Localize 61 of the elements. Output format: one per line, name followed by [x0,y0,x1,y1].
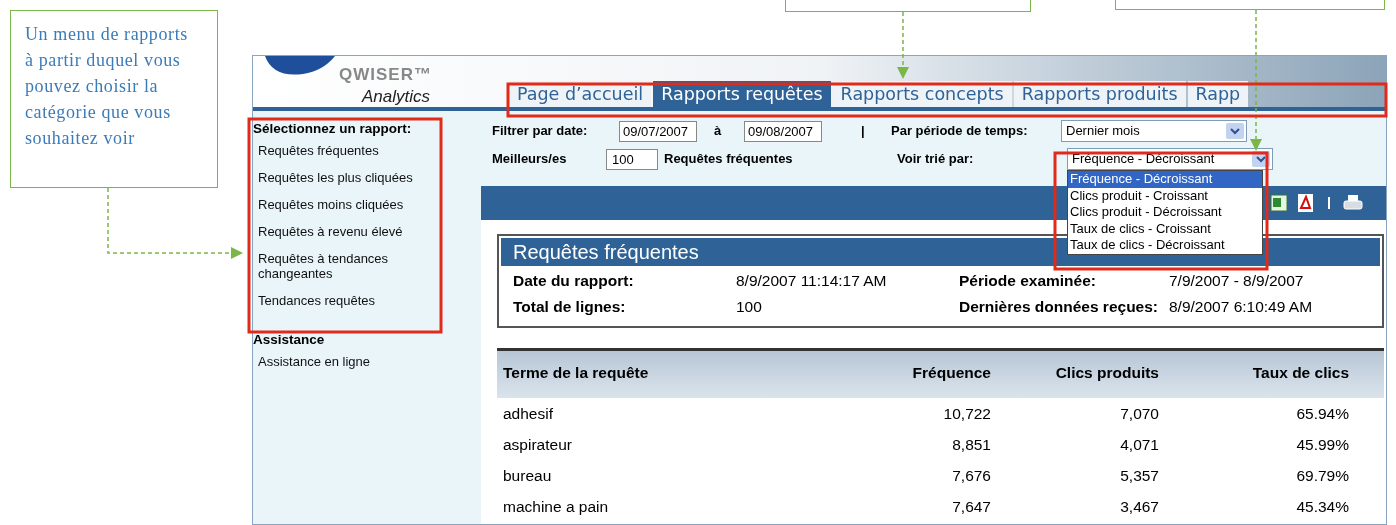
table-cell-text: 45.99% [1295,435,1350,456]
column-header: Clics produits [1054,363,1160,383]
date-field[interactable]: 09/08/2007 [744,120,822,142]
sidebar-item[interactable]: Tendances requêtes [253,293,423,308]
filter-label: Par période de temps: [891,122,1029,141]
date-field[interactable]: 09/07/2007 [619,120,697,142]
summary-label: Dernières données reçues: [959,297,1159,317]
summary-value: 100 [736,297,763,317]
printer-icon[interactable] [1342,193,1364,213]
sidebar-item[interactable]: Requêtes moins cliquées [253,197,423,212]
filter-label: Requêtes fréquentes [664,150,794,169]
column-header: Terme de la requête [502,363,650,383]
sidebar-item[interactable]: Assistance en ligne [253,354,423,369]
summary-label: Date du rapport: [513,271,635,291]
dropdown-option[interactable]: Clics produit - Décroissant [1068,204,1262,221]
filter-label: Filtrer par date: [492,122,589,141]
summary-label: Période examinée: [959,271,1097,291]
summary-value: 8/9/2007 6:10:49 AM [1169,297,1314,317]
filter-label: à [714,122,723,141]
table-cell-text: 3,467 [1119,497,1160,518]
table-cell-text: 7,647 [951,497,992,518]
sidebar-heading: Assistance [253,331,326,349]
logo-text: QWISER™ [339,64,432,86]
filter-separator: | [861,122,866,141]
table-cell-text: 5,357 [1119,466,1160,487]
sidebar-heading: Sélectionnez un rapport: [253,120,413,138]
logo-swoosh-icon [265,56,335,76]
table-cell-text: 69.79% [1295,466,1350,487]
filter-label: Meilleurs/es [492,150,568,169]
table-cell-text: 8,851 [951,435,992,456]
pdf-icon[interactable] [1296,193,1316,213]
dropdown-option[interactable]: Taux de clics - Décroissant [1068,237,1262,254]
table-cell-text: 10,722 [942,404,992,425]
table-cell-text: 7,070 [1119,404,1160,425]
count-field[interactable]: 100 [606,148,658,170]
column-header: Fréquence [911,363,992,383]
dropdown-option[interactable]: Taux de clics - Croissant [1068,220,1262,237]
sidebar-item[interactable]: Requêtes à tendances changeantes [253,251,423,281]
column-header: Taux de clics [1251,363,1350,383]
table-cell-text: machine a pain [502,497,610,518]
dropdown-option[interactable]: Fréquence - Décroissant [1068,171,1262,188]
sidebar-item[interactable]: Requêtes les plus cliquées [253,170,423,185]
summary-value: 7/9/2007 - 8/9/2007 [1169,271,1305,291]
table-cell-text: 4,071 [1119,435,1160,456]
filter-label: Voir trié par: [897,150,975,169]
table-cell-text: 45.34% [1295,497,1350,518]
table-cell-text: bureau [502,466,553,487]
summary-label: Total de lignes: [513,297,627,317]
dropdown-option[interactable]: Clics produit - Croissant [1068,187,1262,204]
spreadsheet-icon[interactable] [1270,193,1290,213]
summary-value: 8/9/2007 11:14:17 AM [736,271,888,291]
table-cell-text: 65.94% [1295,404,1350,425]
table-cell-text: aspirateur [502,435,573,456]
callout-note: Un menu de rapports à partir duquel vous pouvez choisir la catégorie que vous souhaitez voir [10,10,218,188]
table-cell-text: adhesif [502,404,554,425]
sidebar-item[interactable]: Requêtes fréquentes [253,143,423,158]
callout-arrow [897,11,909,79]
sidebar-item[interactable]: Requêtes à revenu élevé [253,224,423,239]
period-select[interactable]: Dernier mois [1061,120,1247,142]
logo-subtitle: Analytics [362,86,431,108]
table-cell-text: 7,676 [951,466,992,487]
